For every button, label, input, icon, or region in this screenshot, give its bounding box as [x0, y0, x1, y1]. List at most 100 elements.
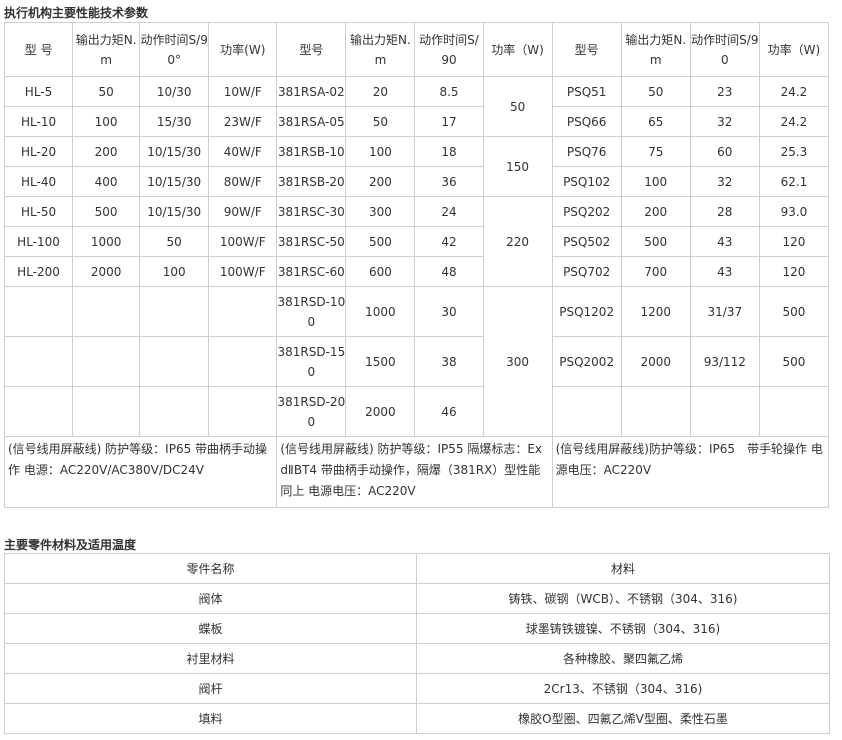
parts-row: 阀体 铸铁、碳钢（WCB）、不锈钢（304、316): [4, 583, 830, 614]
section-title-parts-materials: 主要零件材料及适用温度: [4, 538, 137, 552]
rs-torque: 50: [345, 106, 416, 137]
rs-torque: 200: [345, 166, 416, 197]
spec-row: HL-50 500 10/15/30 90W/F 381RSC-30 300 2…: [3, 196, 830, 287]
psq-power: 120: [758, 256, 830, 287]
psq-torque: 1200: [620, 286, 691, 337]
rs-model: 381RSC-60: [276, 256, 347, 287]
hl-power: 23W/F: [208, 106, 278, 137]
rs-model: 381RSA-02: [276, 76, 347, 107]
rs-torque: 300: [345, 196, 416, 227]
rs-time: 42: [414, 226, 484, 257]
rs-time: 24: [414, 196, 484, 227]
psq-power: 24.2: [758, 106, 830, 137]
header-rs-torque: 输出力矩N.m: [345, 22, 416, 77]
hl-model: HL-5: [3, 76, 74, 107]
hl-torque: 100: [72, 106, 141, 137]
psq-torque: 100: [620, 166, 691, 197]
psq-torque: 700: [620, 256, 691, 287]
part-name: 蝶板: [4, 613, 417, 644]
hl-torque: 2000: [72, 256, 141, 287]
header-psq-torque: 输出力矩N.m: [620, 22, 691, 77]
spec-notes-row: (信号线用屏蔽线) 防护等级：IP65 带曲柄手动操作 电源：AC220V/AC…: [3, 436, 830, 508]
hl-time: 15/30: [139, 106, 210, 137]
rs-model: 381RSD-200: [276, 386, 347, 437]
hl-empty-cell: [72, 386, 141, 437]
hl-model: HL-50: [3, 196, 74, 227]
header-hl-torque: 输出力矩N.m: [72, 22, 141, 77]
part-material: 各种橡胶、聚四氟乙烯: [416, 643, 830, 674]
psq-time: 32: [689, 166, 760, 197]
psq-model: PSQ502: [551, 226, 622, 257]
psq-model: PSQ1202: [551, 286, 622, 337]
hl-torque: 400: [72, 166, 141, 197]
part-name: 衬里材料: [4, 643, 417, 674]
psq-power: 25.3: [758, 136, 830, 167]
header-hl-power: 功率(W): [208, 22, 278, 77]
hl-empty-cell: [3, 286, 74, 337]
rs-power-group: 300: [482, 286, 553, 437]
section-title-actuator-specs: 执行机构主要性能技术参数: [4, 6, 149, 20]
rs-time: 8.5: [414, 76, 484, 107]
rs-power-group: 150: [482, 136, 553, 197]
spec-row: 381RSD-100 1000 30 300 PSQ1202 1200 31/3…: [3, 286, 830, 437]
parts-row: 填料 橡胶O型圈、四氟乙烯V型圈、柔性石墨: [4, 703, 830, 734]
psq-empty-cell: [689, 386, 760, 437]
spec-row: HL-200 2000 100 100W/F 381RSC-60 600 48 …: [3, 256, 830, 287]
rs-power-group: 50: [482, 76, 553, 137]
hl-torque: 500: [72, 196, 141, 227]
header-psq-power: 功率（W): [758, 22, 830, 77]
rs-torque: 1500: [345, 336, 416, 387]
rs-torque: 500: [345, 226, 416, 257]
psq-power: 24.2: [758, 76, 830, 107]
rs-time: 18: [414, 136, 484, 167]
rs-time: 48: [414, 256, 484, 287]
psq-model: PSQ202: [551, 196, 622, 227]
hl-empty-cell: [139, 336, 210, 387]
hl-empty-cell: [3, 386, 74, 437]
header-part-name: 零件名称: [4, 553, 417, 584]
part-name: 阀杆: [4, 673, 417, 704]
psq-power: 93.0: [758, 196, 830, 227]
hl-power: 80W/F: [208, 166, 278, 197]
parts-row: 蝶板 球墨铸铁镀镍、不锈钢（304、316): [4, 613, 830, 644]
hl-power: 100W/F: [208, 226, 278, 257]
hl-power: 100W/F: [208, 256, 278, 287]
psq-torque: 200: [620, 196, 691, 227]
psq-note: (信号线用屏蔽线)防护等级：IP65 带手轮操作 电源电压：AC220V: [551, 436, 830, 508]
psq-model: PSQ66: [551, 106, 622, 137]
part-name: 填料: [4, 703, 417, 734]
hl-empty-cell: [208, 336, 278, 387]
psq-time: 32: [689, 106, 760, 137]
hl-empty-cell: [139, 386, 210, 437]
hl-empty-cell: [72, 336, 141, 387]
hl-model: HL-20: [3, 136, 74, 167]
rs-model: 381RSD-100: [276, 286, 347, 337]
hl-torque: 1000: [72, 226, 141, 257]
parts-row: 衬里材料 各种橡胶、聚四氟乙烯: [4, 643, 830, 674]
rs-torque: 100: [345, 136, 416, 167]
hl-empty-cell: [3, 336, 74, 387]
rs-note: (信号线用屏蔽线) 防护等级：IP55 隔爆标志：ExdⅡBT4 带曲柄手动操作…: [276, 436, 553, 508]
spec-row: HL-40 400 10/15/30 80W/F 381RSB-20 200 3…: [3, 166, 830, 197]
psq-torque: 2000: [620, 336, 691, 387]
psq-power: 500: [758, 286, 830, 337]
header-rs-power: 功率（W): [482, 22, 553, 77]
psq-empty-cell: [620, 386, 691, 437]
spec-row: 381RSD-200 2000 46: [3, 386, 830, 437]
hl-time: 10/30: [139, 76, 210, 107]
psq-torque: 75: [620, 136, 691, 167]
part-material: 球墨铸铁镀镍、不锈钢（304、316): [416, 613, 830, 644]
rs-power-group: 220: [482, 196, 553, 287]
rs-model: 381RSD-150: [276, 336, 347, 387]
hl-model: HL-40: [3, 166, 74, 197]
rs-torque: 600: [345, 256, 416, 287]
hl-power: 10W/F: [208, 76, 278, 107]
spec-header-row: 型 号 输出力矩N.m 动作时间S/90° 功率(W) 型号 输出力矩N.m 动…: [3, 22, 830, 77]
rs-model: 381RSC-30: [276, 196, 347, 227]
parts-material-table: 零件名称 材料 阀体 铸铁、碳钢（WCB）、不锈钢（304、316) 蝶板 球墨…: [4, 553, 830, 734]
header-rs-model: 型号: [276, 22, 347, 77]
spec-row: HL-10 100 15/30 23W/F 381RSA-05 50 17 PS…: [3, 106, 830, 137]
header-hl-model: 型 号: [3, 22, 74, 77]
psq-model: PSQ102: [551, 166, 622, 197]
rs-torque: 2000: [345, 386, 416, 437]
